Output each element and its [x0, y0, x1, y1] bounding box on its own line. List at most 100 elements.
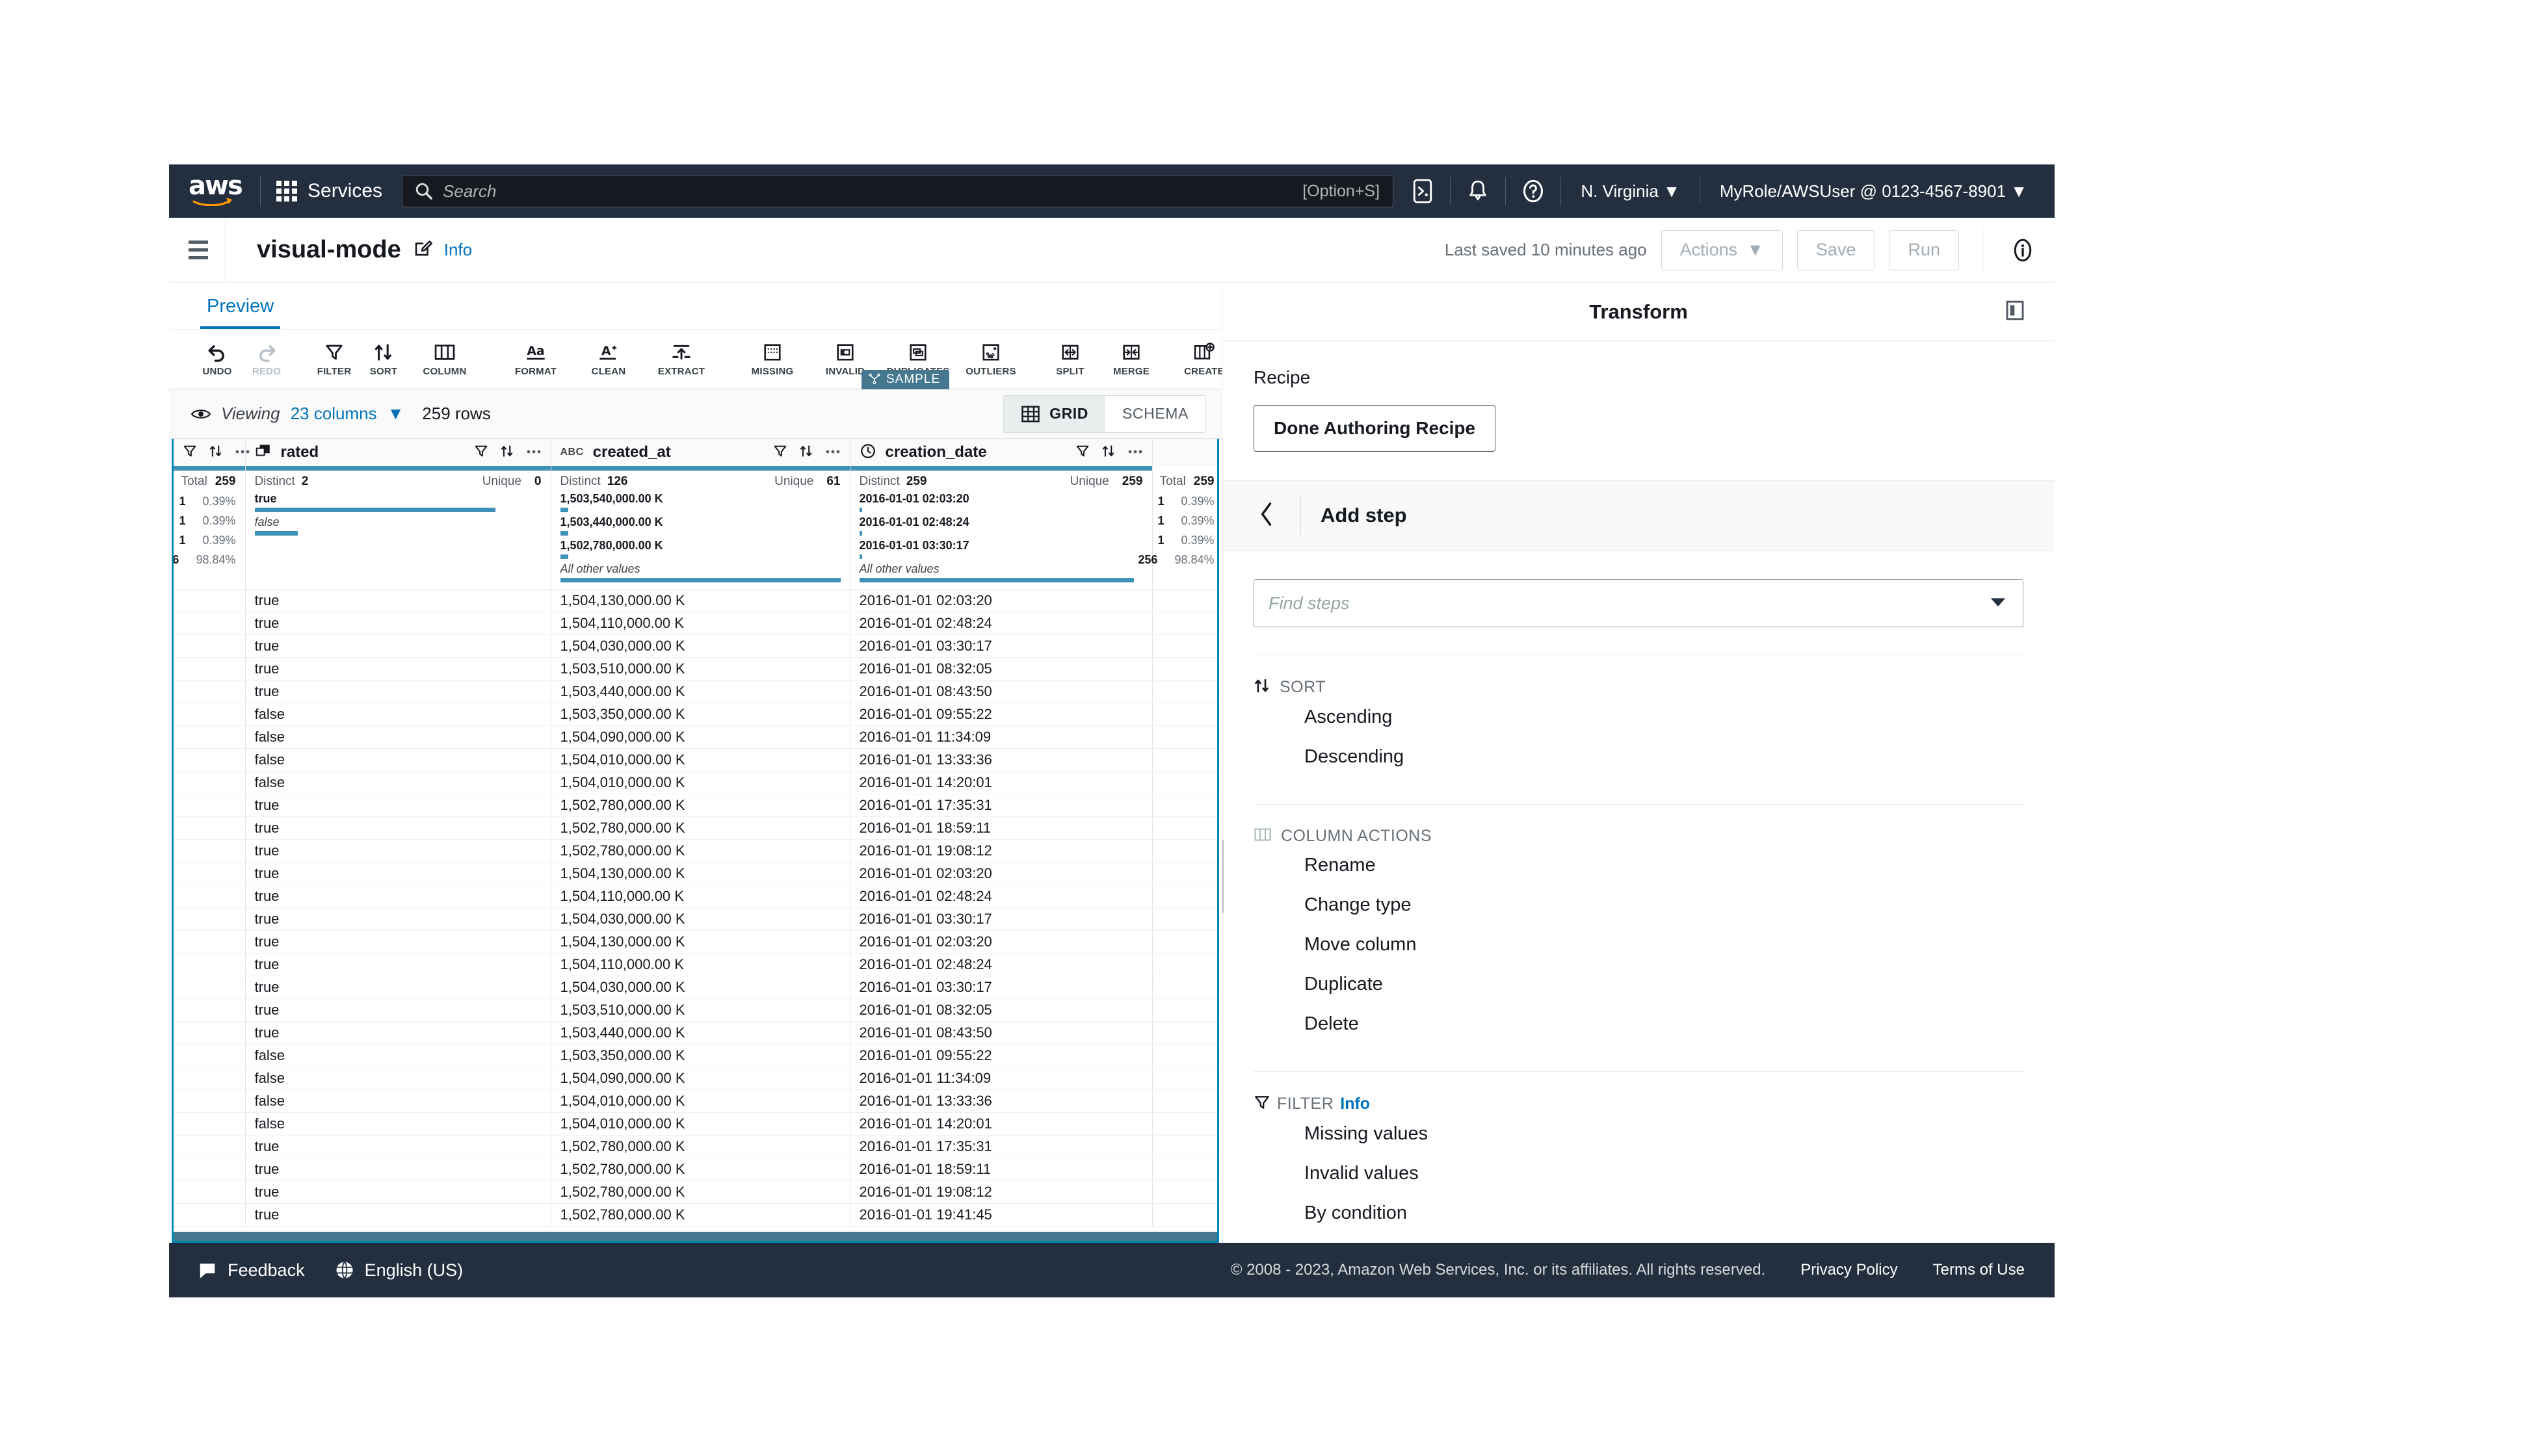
toolbar-split-button[interactable]: SPLIT [1046, 341, 1095, 377]
sort-icon[interactable] [1101, 444, 1116, 462]
aws-logo[interactable]: aws [189, 173, 244, 206]
services-menu-button[interactable]: Services [276, 180, 382, 202]
toolbar-redo-button[interactable]: REDO [242, 341, 291, 377]
data-grid-scroll[interactable]: rated ABC created_at creation_date Total… [174, 439, 1217, 1232]
table-row[interactable]: false 1,504,010,000.00 K 2016-01-01 13:33:… [174, 748, 1217, 772]
sort-icon[interactable] [500, 444, 514, 462]
bell-icon[interactable] [1460, 173, 1496, 209]
table-row[interactable]: true 1,504,110,000.00 K 2016-01-01 02:48:2… [174, 612, 1217, 635]
privacy-policy-link[interactable]: Privacy Policy [1800, 1261, 1897, 1279]
step-item-missing-values[interactable]: Missing values [1254, 1114, 2023, 1154]
table-row[interactable]: true 1,503,510,000.00 K 2016-01-01 08:32:0… [174, 998, 1217, 1022]
table-row[interactable]: true 1,504,030,000.00 K 2016-01-01 03:30:1… [174, 907, 1217, 931]
language-selector[interactable]: English (US) [335, 1260, 463, 1280]
table-row[interactable]: true 1,504,130,000.00 K 2016-01-01 02:03:2… [174, 589, 1217, 612]
tab-schema-view[interactable]: SCHEMA [1105, 395, 1205, 432]
table-row[interactable]: true 1,504,130,000.00 K 2016-01-01 02:03:2… [174, 862, 1217, 885]
sort-icon[interactable] [799, 444, 813, 462]
table-row[interactable]: true 1,502,780,000.00 K 2016-01-01 18:59:1… [174, 816, 1217, 840]
chevron-left-icon[interactable] [1254, 502, 1281, 530]
step-item-invalid-values[interactable]: Invalid values [1254, 1154, 2023, 1193]
run-button[interactable]: Run [1889, 229, 1959, 270]
table-row[interactable]: true 1,504,110,000.00 K 2016-01-01 02:48:2… [174, 953, 1217, 976]
toolbar-missing-button[interactable]: MISSING [736, 341, 809, 377]
ellipsis-icon[interactable] [1127, 447, 1143, 458]
pane-splitter-handle[interactable] [1222, 840, 1228, 913]
feedback-button[interactable]: Feedback [198, 1260, 305, 1280]
horizontal-scrollbar[interactable] [174, 1232, 1217, 1241]
toolbar-sort-button[interactable]: SORT [359, 341, 408, 377]
step-item-by-condition[interactable]: By condition [1254, 1193, 2023, 1233]
filter-icon[interactable] [773, 444, 787, 462]
stat-value-label: 1,503,540,000.00 K [560, 492, 663, 505]
step-item-move-column[interactable]: Move column [1254, 925, 2023, 965]
table-row[interactable]: true 1,502,780,000.00 K 2016-01-01 17:35:3… [174, 794, 1217, 817]
filter-icon[interactable] [1075, 444, 1090, 462]
actions-button[interactable]: Actions ▼ [1661, 229, 1783, 270]
ellipsis-icon[interactable] [235, 447, 250, 458]
table-row[interactable]: false 1,503,350,000.00 K 2016-01-01 09:55:… [174, 703, 1217, 726]
chevron-down-icon[interactable] [1989, 595, 2007, 612]
table-row[interactable]: false 1,504,010,000.00 K 2016-01-01 14:20:… [174, 771, 1217, 794]
toolbar-outliers-button[interactable]: OUTLIERS [954, 341, 1027, 377]
table-row[interactable]: true 1,504,130,000.00 K 2016-01-01 02:03:2… [174, 930, 1217, 954]
table-row[interactable]: true 1,502,780,000.00 K 2016-01-01 19:08:1… [174, 839, 1217, 863]
collapse-panel-icon[interactable] [2005, 300, 2025, 324]
columns-selector[interactable]: 23 columns [291, 404, 377, 424]
chevron-down-icon[interactable]: ▼ [388, 404, 404, 424]
step-item-ascending[interactable]: Ascending [1254, 697, 2023, 737]
info-circle-icon[interactable] [1997, 238, 2048, 263]
table-row[interactable]: true 1,502,780,000.00 K 2016-01-01 19:08:1… [174, 1180, 1217, 1204]
table-row[interactable]: true 1,504,030,000.00 K 2016-01-01 03:30:1… [174, 976, 1217, 999]
toolbar-format-button[interactable]: Aa FORMAT [499, 341, 572, 377]
header-divider [1982, 227, 1983, 273]
table-row[interactable]: true 1,503,440,000.00 K 2016-01-01 08:43:5… [174, 1021, 1217, 1045]
ellipsis-icon[interactable] [526, 447, 542, 458]
menu-toggle-button[interactable] [169, 240, 225, 259]
search-input[interactable]: Search [Option+S] [402, 175, 1394, 207]
toolbar-undo-button[interactable]: UNDO [192, 341, 242, 377]
table-row[interactable]: true 1,504,110,000.00 K 2016-01-01 02:48:2… [174, 885, 1217, 908]
filter-info-link[interactable]: Info [1340, 1095, 1370, 1113]
table-row[interactable]: true 1,504,030,000.00 K 2016-01-01 03:30:1… [174, 634, 1217, 658]
account-menu[interactable]: MyRole/AWSUser @ 0123-4567-8901 ▼ [1709, 181, 2038, 202]
table-row[interactable]: false 1,504,010,000.00 K 2016-01-01 13:33:… [174, 1089, 1217, 1113]
table-row[interactable]: false 1,503,350,000.00 K 2016-01-01 09:55:… [174, 1044, 1217, 1067]
toolbar-extract-button[interactable]: EXTRACT [645, 341, 718, 377]
table-row[interactable]: true 1,503,510,000.00 K 2016-01-01 08:32:0… [174, 657, 1217, 681]
info-link[interactable]: Info [444, 240, 472, 260]
table-row[interactable]: true 1,502,780,000.00 K 2016-01-01 18:59:1… [174, 1158, 1217, 1181]
toolbar-column-button[interactable]: COLUMN [408, 341, 481, 377]
help-icon[interactable] [1515, 173, 1551, 209]
table-row[interactable]: true 1,502,780,000.00 K 2016-01-01 17:35:3… [174, 1135, 1217, 1158]
filter-icon[interactable] [183, 444, 197, 462]
step-item-descending[interactable]: Descending [1254, 737, 2023, 777]
toolbar-merge-button[interactable]: MERGE [1095, 341, 1168, 377]
done-authoring-recipe-button[interactable]: Done Authoring Recipe [1254, 405, 1496, 452]
step-item-delete[interactable]: Delete [1254, 1004, 2023, 1044]
tab-preview[interactable]: Preview [200, 296, 281, 329]
table-row[interactable]: false 1,504,010,000.00 K 2016-01-01 14:20:… [174, 1112, 1217, 1136]
quality-bar [551, 466, 850, 471]
table-row[interactable]: true 1,503,440,000.00 K 2016-01-01 08:43:5… [174, 680, 1217, 703]
filter-icon[interactable] [474, 444, 488, 462]
save-button[interactable]: Save [1796, 229, 1875, 270]
ellipsis-icon[interactable] [825, 447, 841, 458]
edit-icon[interactable] [413, 239, 432, 261]
terms-of-use-link[interactable]: Terms of Use [1933, 1261, 2025, 1279]
step-item-change-type[interactable]: Change type [1254, 885, 2023, 925]
step-item-rename[interactable]: Rename [1254, 846, 2023, 885]
table-row[interactable]: true 1,502,780,000.00 K 2016-01-01 19:41:4… [174, 1203, 1217, 1227]
step-item-duplicate[interactable]: Duplicate [1254, 965, 2023, 1004]
find-steps-input[interactable]: Find steps [1254, 579, 2023, 627]
toolbar-filter-button[interactable]: FILTER [309, 341, 359, 377]
tab-grid-view[interactable]: GRID [1004, 395, 1105, 432]
sort-icon[interactable] [209, 444, 223, 462]
table-row[interactable]: false 1,504,090,000.00 K 2016-01-01 11:34:… [174, 725, 1217, 749]
cell-rownum [174, 703, 246, 726]
toolbar-clean-button[interactable]: A CLEAN [572, 341, 645, 377]
table-row[interactable]: false 1,504,090,000.00 K 2016-01-01 11:34:… [174, 1067, 1217, 1090]
region-selector[interactable]: N. Virginia ▼ [1570, 181, 1690, 202]
cloudshell-icon[interactable] [1404, 173, 1441, 209]
stat-count-row: 1 0.39% [179, 514, 235, 528]
